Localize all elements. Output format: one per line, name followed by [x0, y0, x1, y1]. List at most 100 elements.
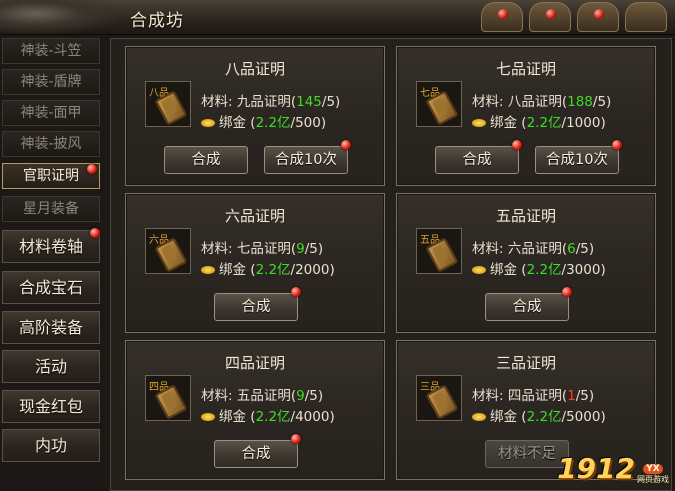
synthesis-card: 六品证明 六品 材料: 七品证明(9/5) 绑金 (2.2亿/2000) 合成 — [125, 193, 385, 333]
gold-label: 绑金 — [490, 409, 517, 425]
site-watermark-logo: 1912 YX 网页游戏 — [557, 452, 669, 485]
material-line: 材料: 七品证明(9/5) — [201, 237, 323, 257]
paren: ) — [320, 115, 327, 131]
card-title: 六品证明 — [224, 207, 285, 225]
notification-dot-icon — [546, 9, 556, 19]
gold-label: 绑金 — [490, 115, 517, 131]
top-menu-icon[interactable] — [625, 2, 667, 32]
paren: ) — [606, 94, 612, 110]
window-title: 合成坊 — [130, 11, 184, 31]
synthesize-button[interactable]: 合成 — [435, 146, 519, 174]
gold-need: /3000 — [561, 262, 601, 278]
material-label: 材料: — [201, 94, 237, 110]
material-label: 材料: — [472, 388, 508, 404]
item-slot[interactable]: 四品 — [145, 375, 191, 421]
gold-ingot-icon — [201, 413, 215, 421]
card-title: 四品证明 — [224, 354, 285, 372]
sidebar-main-item[interactable]: 高阶装备 — [2, 311, 100, 344]
sidebar-main-item[interactable]: 现金红包 — [2, 390, 100, 423]
gold-have: 2.2亿 — [255, 262, 291, 278]
material-name: 五品证明 — [236, 388, 291, 404]
item-slot[interactable]: 六品 — [145, 228, 191, 274]
gold-have: 2.2亿 — [255, 409, 291, 425]
material-name: 九品证明 — [236, 94, 291, 110]
item-slot[interactable]: 五品 — [416, 228, 462, 274]
top-menu-icon[interactable] — [577, 2, 619, 32]
dragon-ornament-icon — [0, 0, 120, 34]
notification-dot-icon — [341, 140, 351, 150]
synthesize-button[interactable]: 合成 — [214, 440, 298, 468]
title-bar: 合成坊 — [0, 0, 675, 35]
notification-dot-icon — [90, 228, 100, 238]
synthesize-button[interactable]: 合成 — [485, 293, 569, 321]
notification-dot-icon — [594, 9, 604, 19]
gold-need: /5000 — [561, 409, 601, 425]
gold-ingot-icon — [472, 119, 486, 127]
gold-label: 绑金 — [219, 115, 246, 131]
synthesize-ten-button[interactable]: 合成10次 — [535, 146, 619, 174]
gold-line: 绑金 (2.2亿/500) — [201, 111, 326, 131]
notification-dot-icon — [612, 140, 622, 150]
notification-dot-icon — [291, 287, 301, 297]
sidebar-main-item[interactable]: 合成宝石 — [2, 271, 100, 304]
synthesize-button[interactable]: 合成 — [164, 146, 248, 174]
material-label: 材料: — [472, 241, 508, 257]
top-menu-icon[interactable] — [481, 2, 523, 32]
material-need: /5 — [304, 388, 318, 404]
item-slot[interactable]: 三品 — [416, 375, 462, 421]
item-slot[interactable]: 七品 — [416, 81, 462, 127]
synthesis-panel: 八品证明 八品 材料: 九品证明(145/5) 绑金 (2.2亿/500) 合成 合成10… — [110, 38, 672, 491]
material-line: 材料: 六品证明(6/5) — [472, 237, 594, 257]
paren: ) — [329, 262, 335, 278]
gold-line: 绑金 (2.2亿/1000) — [472, 111, 606, 131]
card-title: 八品证明 — [224, 60, 285, 78]
material-need: /5 — [321, 94, 336, 110]
logo-subtitle: 网页游戏 — [637, 475, 669, 484]
material-need: /5 — [575, 388, 589, 404]
paren: ( — [517, 409, 527, 425]
material-name: 八品证明 — [507, 94, 562, 110]
notification-dot-icon — [291, 434, 301, 444]
sidebar-sub-item[interactable]: 官职证明 — [2, 163, 100, 189]
paren: ( — [246, 115, 256, 131]
sidebar-sub-item[interactable]: 神装-面甲 — [2, 100, 100, 126]
gold-ingot-icon — [201, 266, 215, 274]
material-have: 145 — [296, 94, 322, 110]
gold-have: 2.2亿 — [526, 115, 562, 131]
gold-have: 2.2亿 — [255, 115, 291, 131]
gold-label: 绑金 — [219, 262, 246, 278]
gold-ingot-icon — [472, 413, 486, 421]
paren: ( — [246, 262, 256, 278]
paren: ( — [246, 409, 256, 425]
paren: ) — [588, 388, 595, 404]
gold-have: 2.2亿 — [526, 262, 562, 278]
gold-need: /1000 — [561, 115, 601, 131]
sidebar-sub-item[interactable]: 神装-斗笠 — [2, 38, 100, 64]
material-have: 1 — [567, 388, 576, 404]
synthesis-card: 四品证明 四品 材料: 五品证明(9/5) 绑金 (2.2亿/4000) 合成 — [125, 340, 385, 480]
top-menu-icon[interactable] — [529, 2, 571, 32]
card-title: 七品证明 — [495, 60, 556, 78]
material-need: /5 — [575, 241, 589, 257]
synthesize-button[interactable]: 合成 — [214, 293, 298, 321]
sidebar-main-item[interactable]: 材料卷轴 — [2, 230, 100, 263]
paren: ) — [317, 241, 324, 257]
synthesis-card: 五品证明 五品 材料: 六品证明(6/5) 绑金 (2.2亿/3000) 合成 — [396, 193, 656, 333]
sidebar-sub-item[interactable]: 神装-披风 — [2, 131, 100, 157]
gold-label: 绑金 — [490, 262, 517, 278]
material-line: 材料: 九品证明(145/5) — [201, 90, 340, 110]
item-slot[interactable]: 八品 — [145, 81, 191, 127]
paren: ) — [588, 241, 595, 257]
sidebar-sub-item[interactable]: 神装-盾牌 — [2, 69, 100, 95]
paren: ) — [317, 388, 324, 404]
sidebar-sub-item[interactable]: 星月装备 — [2, 196, 100, 222]
gold-need: /4000 — [290, 409, 330, 425]
material-line: 材料: 五品证明(9/5) — [201, 384, 323, 404]
card-title: 五品证明 — [495, 207, 556, 225]
sidebar-main-item[interactable]: 内功 — [2, 429, 100, 462]
sidebar-main-item[interactable]: 活动 — [2, 350, 100, 383]
material-need: /5 — [304, 241, 318, 257]
synthesize-ten-button[interactable]: 合成10次 — [264, 146, 348, 174]
material-label: 材料: — [201, 241, 237, 257]
material-have: 9 — [296, 241, 305, 257]
